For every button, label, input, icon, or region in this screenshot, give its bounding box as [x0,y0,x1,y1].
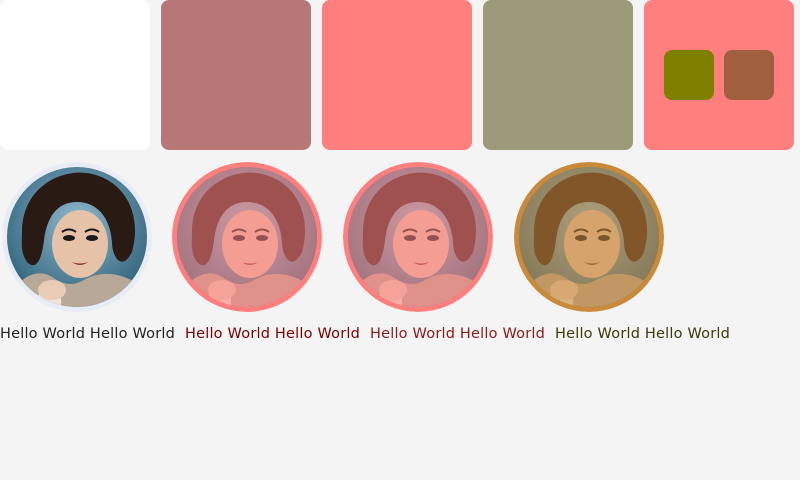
caption-2: Hello World Hello World [185,326,361,342]
color-chip-olive [664,50,714,100]
avatar-amber-tint [514,162,664,312]
color-chip-sienna [724,50,774,100]
caption-4: Hello World Hello World [555,326,731,342]
caption-3: Hello World Hello World [370,326,546,342]
color-swatch-salmon-with-chips [644,0,794,150]
portrait-icon [343,162,493,312]
avatar-original [2,162,152,312]
avatar-salmon-tint-2 [343,162,493,312]
caption-1: Hello World Hello World [0,326,176,342]
color-swatch-salmon [322,0,472,150]
portrait-icon [514,162,664,312]
color-swatch-dusty-rose [161,0,311,150]
color-swatch-white [0,0,150,150]
portrait-icon [2,162,152,312]
color-swatch-olive-gray [483,0,633,150]
portrait-icon [172,162,322,312]
avatar-salmon-tint [172,162,322,312]
